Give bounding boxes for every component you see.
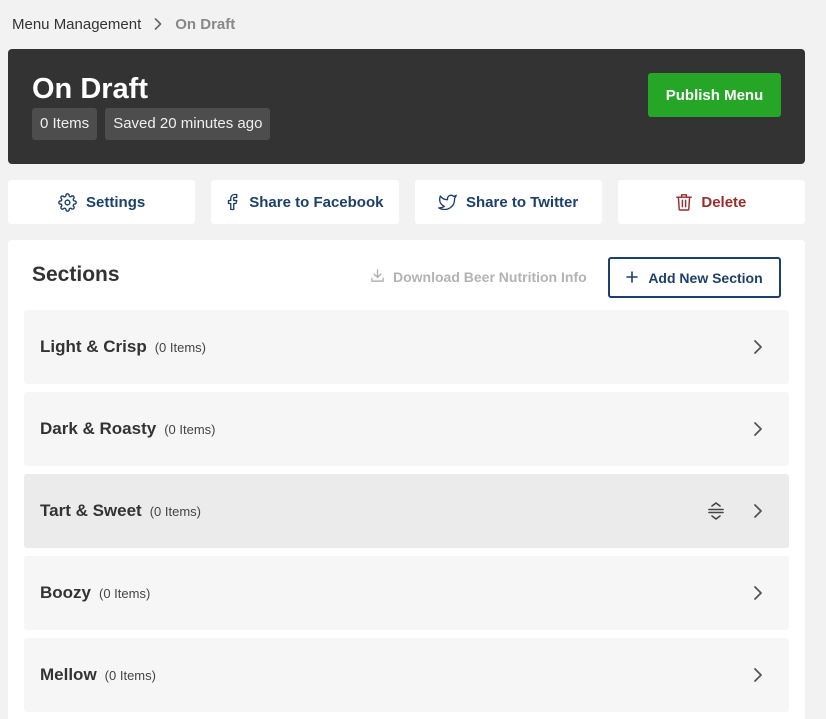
section-name: Light & Crisp	[40, 337, 147, 356]
twitter-icon	[438, 194, 457, 210]
chevron-right-icon	[753, 503, 763, 524]
section-item-count: (0 Items)	[104, 667, 156, 683]
breadcrumb: Menu Management On Draft	[12, 14, 235, 34]
chevron-right-icon	[753, 585, 763, 606]
page-title: On Draft	[32, 73, 148, 105]
chevron-right-icon	[753, 667, 763, 688]
section-name: Dark & Roasty	[40, 419, 157, 438]
share-facebook-label: Share to Facebook	[249, 193, 384, 211]
drag-handle-icon[interactable]	[707, 501, 725, 526]
section-list: Light & Crisp (0 Items) Dark & Roasty (0…	[24, 310, 789, 719]
download-nutrition-link[interactable]: Download Beer Nutrition Info	[370, 268, 587, 286]
add-new-section-button[interactable]: Add New Section	[608, 257, 781, 298]
settings-button[interactable]: Settings	[8, 180, 196, 224]
gear-icon	[58, 192, 77, 212]
download-icon	[370, 268, 385, 286]
add-new-section-label: Add New Section	[648, 269, 763, 286]
breadcrumb-menu-management[interactable]: Menu Management	[12, 16, 141, 33]
share-twitter-button[interactable]: Share to Twitter	[414, 180, 602, 224]
sections-title: Sections	[32, 263, 120, 286]
chevron-right-icon	[753, 421, 763, 442]
action-bar: Settings Share to Facebook Share to Twit…	[8, 180, 805, 224]
menu-header: On Draft 0 Items Saved 20 minutes ago Pu…	[8, 49, 805, 164]
section-row-dark-roasty[interactable]: Dark & Roasty (0 Items)	[24, 392, 789, 466]
trash-icon	[676, 193, 693, 211]
saved-status-badge: Saved 20 minutes ago	[105, 108, 271, 140]
section-item-count: (0 Items)	[154, 339, 207, 355]
chevron-right-icon	[147, 18, 169, 30]
section-name: Tart & Sweet	[40, 501, 142, 520]
plus-icon	[626, 270, 639, 286]
delete-label: Delete	[701, 193, 747, 211]
header-badges: 0 Items Saved 20 minutes ago	[32, 108, 271, 140]
facebook-icon	[226, 193, 240, 211]
settings-label: Settings	[86, 193, 146, 211]
items-count-badge: 0 Items	[32, 108, 98, 140]
section-row-mellow[interactable]: Mellow (0 Items)	[24, 638, 789, 712]
section-row-boozy[interactable]: Boozy (0 Items)	[24, 556, 789, 630]
section-name: Mellow	[40, 665, 97, 684]
share-twitter-label: Share to Twitter	[466, 193, 579, 211]
section-item-count: (0 Items)	[164, 421, 216, 437]
sections-panel: Sections Download Beer Nutrition Info Ad…	[8, 240, 805, 719]
breadcrumb-current: On Draft	[175, 15, 236, 33]
share-facebook-button[interactable]: Share to Facebook	[211, 180, 399, 224]
section-item-count: (0 Items)	[99, 585, 151, 601]
section-name: Boozy	[40, 583, 91, 602]
delete-button[interactable]: Delete	[617, 180, 805, 224]
download-nutrition-label: Download Beer Nutrition Info	[393, 269, 587, 285]
section-row-tart-sweet[interactable]: Tart & Sweet (0 Items)	[24, 474, 789, 548]
section-row-light-crisp[interactable]: Light & Crisp (0 Items)	[24, 310, 789, 384]
chevron-right-icon	[753, 339, 763, 360]
publish-menu-button[interactable]: Publish Menu	[648, 73, 781, 117]
section-item-count: (0 Items)	[149, 503, 202, 519]
